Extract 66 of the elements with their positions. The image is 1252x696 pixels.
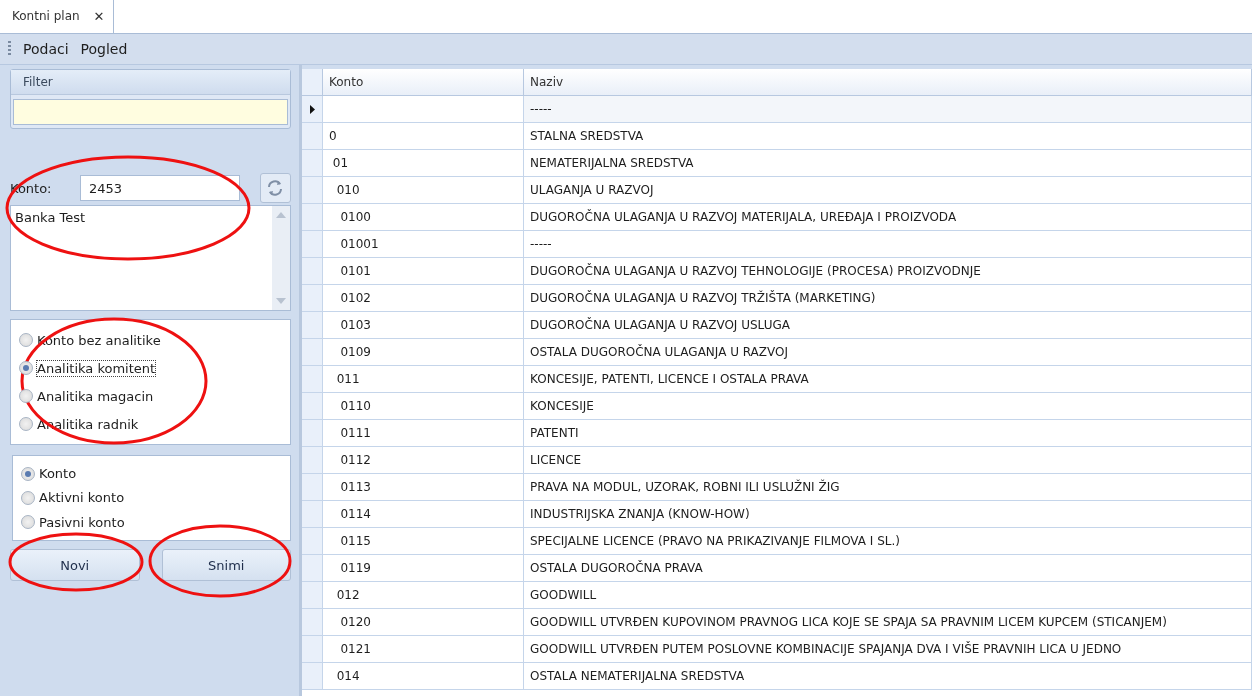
table-cell: GOODWILL (524, 582, 1252, 609)
refresh-button[interactable] (259, 173, 291, 203)
table-cell: 0103 (323, 312, 524, 339)
panel-title: Filter (11, 70, 290, 95)
action-button[interactable]: Novi (10, 549, 140, 581)
radio-option[interactable]: Pasivni konto (21, 512, 282, 532)
table-cell: INDUSTRIJSKA ZNANJA (KNOW-HOW) (524, 501, 1252, 528)
table-cell: SPECIJALNE LICENCE (PRAVO NA PRIKAZIVANJE FILMOVA I SL.) (524, 528, 1252, 555)
table-cell: PRAVA NA MODUL, UZORAK, ROBNI ILI USLUŽNI ŽIG (524, 474, 1252, 501)
close-icon[interactable]: ✕ (93, 8, 105, 24)
table-cell: 014 (323, 663, 524, 690)
table-cell: DUGOROČNA ULAGANJA U RAZVOJ TEHNOLOGIJE (PROCESA) PROIZVODNJE (524, 258, 1252, 285)
scrollbar[interactable] (272, 206, 290, 310)
table-cell: 0109 (323, 339, 524, 366)
table-cell: OSTALA DUGOROČNA ULAGANJA U RAZVOJ (524, 339, 1252, 366)
menu-item[interactable]: Pogled (80, 41, 128, 57)
description-field[interactable]: Banka Test (10, 205, 291, 311)
toolbar-grip-icon (8, 41, 11, 57)
table-cell: DUGOROČNA ULAGANJA U RAZVOJ MATERIJALA, UREĐAJA I PROIZVODA (524, 204, 1252, 231)
table-cell: 0114 (323, 501, 524, 528)
table-cell: GOODWILL UTVRĐEN PUTEM POSLOVNE KOMBINACIJE SPAJANJA DVA I VIŠE PRAVNIH LICA U JEDNO (524, 636, 1252, 663)
table-cell: STALNA SREDSTVA (524, 123, 1252, 150)
table-cell: 0115 (323, 528, 524, 555)
table-cell: KONCESIJE, PATENTI, LICENCE I OSTALA PRAVA (524, 366, 1252, 393)
table-cell: 0100 (323, 204, 524, 231)
table-cell: 01 (323, 150, 524, 177)
table-cell: 01001 (323, 231, 524, 258)
table-cell: NEMATERIJALNA SREDSTVA (524, 150, 1252, 177)
filter-input[interactable] (13, 99, 288, 125)
table-cell: 0119 (323, 555, 524, 582)
table-cell: 0101 (323, 258, 524, 285)
table-cell: 0111 (323, 420, 524, 447)
table-cell: ----- (524, 231, 1252, 258)
radio-option[interactable]: Analitika komitent (19, 357, 282, 379)
table-cell: 010 (323, 177, 524, 204)
table-cell: 0110 (323, 393, 524, 420)
table-cell: ULAGANJA U RAZVOJ (524, 177, 1252, 204)
table-cell: OSTALA NEMATERIJALNA SREDSTVA (524, 663, 1252, 690)
table-cell: 011 (323, 366, 524, 393)
table-cell: DUGOROČNA ULAGANJA U RAZVOJ TRŽIŠTA (MARKETING) (524, 285, 1252, 312)
table-cell: GOODWILL UTVRĐEN KUPOVINOM PRAVNOG LICA KOJE SE SPAJA SA PRAVNIM LICEM KUPCEM (STICANJEM) (524, 609, 1252, 636)
table-cell: DUGOROČNA ULAGANJA U RAZVOJ USLUGA (524, 312, 1252, 339)
table-cell: 0113 (323, 474, 524, 501)
column-header[interactable]: Konto (323, 69, 524, 96)
table-cell: ----- (524, 96, 1252, 123)
row-header[interactable] (302, 96, 323, 123)
scroll-up-icon[interactable] (276, 212, 286, 218)
action-button[interactable]: Snimi (161, 549, 291, 581)
menu-item[interactable]: Podaci (23, 41, 69, 57)
table-cell: 0121 (323, 636, 524, 663)
table-cell: OSTALA DUGOROČNA PRAVA (524, 555, 1252, 582)
scroll-down-icon[interactable] (276, 298, 286, 304)
radio-option[interactable]: Aktivni konto (21, 488, 282, 508)
column-header[interactable]: Naziv (524, 69, 1252, 96)
radio-option[interactable]: Konto (21, 464, 282, 484)
table-cell: 0102 (323, 285, 524, 312)
konto-input[interactable]: 2453 (79, 175, 240, 201)
table-cell: 012 (323, 582, 524, 609)
table-cell: 0112 (323, 447, 524, 474)
current-row-icon (309, 104, 315, 114)
radio-option[interactable]: Analitika magacin (19, 385, 282, 407)
table-cell: 0120 (323, 609, 524, 636)
table-cell: 0 (323, 123, 524, 150)
table-cell: PATENTI (524, 420, 1252, 447)
table-cell: LICENCE (524, 447, 1252, 474)
table-cell: KONCESIJE (524, 393, 1252, 420)
